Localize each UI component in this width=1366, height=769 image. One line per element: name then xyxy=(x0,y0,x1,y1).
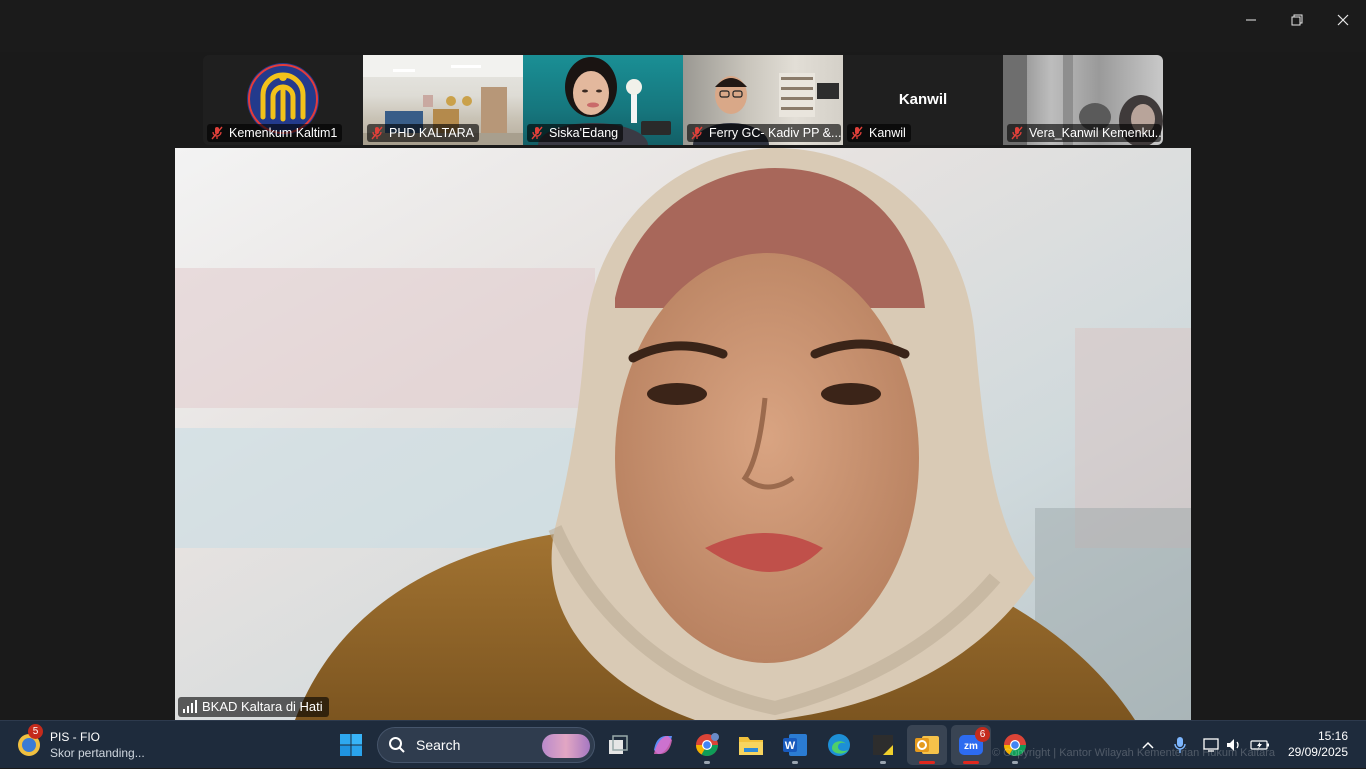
taskbar-app-outlook[interactable] xyxy=(907,725,947,765)
active-indicator xyxy=(963,761,979,764)
mic-muted-icon xyxy=(691,126,703,140)
zoom-badge: 6 xyxy=(975,727,990,742)
taskbar-app-sticky-notes[interactable] xyxy=(863,725,903,765)
meeting-stage: Kemenkum Kaltim1 PHD KALTARA Siska'Edang… xyxy=(0,52,1366,720)
title-bar xyxy=(0,0,1366,52)
copilot-icon xyxy=(654,736,672,754)
sticky-notes-icon xyxy=(873,735,893,755)
clock-date: 29/09/2025 xyxy=(1287,745,1348,759)
participant-strip: Kemenkum Kaltim1 PHD KALTARA Siska'Edang… xyxy=(203,55,1163,145)
active-speaker-name: BKAD Kaltara di Hati xyxy=(178,697,329,717)
svg-text:zm: zm xyxy=(964,741,978,752)
taskbar-app-chrome-profile[interactable] xyxy=(687,725,727,765)
network-icon xyxy=(1203,738,1219,752)
start-button[interactable] xyxy=(331,725,371,765)
running-indicator xyxy=(792,761,798,764)
news-widget[interactable]: 5 PIS - FIO Skor pertanding... xyxy=(16,724,176,763)
task-view-button[interactable] xyxy=(598,725,638,765)
search-placeholder: Search xyxy=(416,737,461,753)
close-icon[interactable] xyxy=(1320,0,1366,40)
participant-display-name: Kanwil xyxy=(898,91,948,108)
word-icon: W xyxy=(783,734,807,756)
participant-tile[interactable]: Kanwil Kanwil xyxy=(843,55,1003,145)
mic-muted-icon xyxy=(531,126,543,140)
taskbar-app-copilot[interactable] xyxy=(643,725,683,765)
search-icon xyxy=(389,737,405,753)
participant-name: Kemenkum Kaltim1 xyxy=(207,124,343,142)
battery-charging-icon xyxy=(1250,740,1269,750)
taskbar-app-edge[interactable] xyxy=(819,725,859,765)
mic-muted-icon xyxy=(1011,126,1023,140)
network-tray[interactable] xyxy=(1200,721,1224,769)
running-indicator xyxy=(704,761,710,764)
mic-muted-icon xyxy=(211,126,223,140)
microphone-icon xyxy=(1174,737,1186,753)
speaker-video-feed xyxy=(175,148,1191,720)
widget-title: PIS - FIO xyxy=(50,730,101,744)
outlook-icon xyxy=(915,736,939,754)
mic-muted-icon xyxy=(371,126,383,140)
participant-tile[interactable]: Siska'Edang xyxy=(523,55,683,145)
edge-icon xyxy=(828,734,850,756)
show-hidden-icons[interactable] xyxy=(1136,721,1160,769)
participant-tile[interactable]: Kemenkum Kaltim1 xyxy=(203,55,363,145)
participant-name: Vera_Kanwil Kemenku... xyxy=(1007,124,1161,142)
mic-muted-icon xyxy=(851,126,863,140)
participant-tile[interactable]: Ferry GC- Kadiv PP &... xyxy=(683,55,843,145)
participant-tile[interactable]: Vera_Kanwil Kemenku... xyxy=(1003,55,1163,145)
participant-name: Kanwil xyxy=(847,124,911,142)
active-speaker-video[interactable]: BKAD Kaltara di Hati xyxy=(175,148,1191,720)
taskbar-search[interactable]: Search xyxy=(377,727,595,763)
taskbar-app-file-explorer[interactable] xyxy=(731,725,771,765)
volume-tray[interactable] xyxy=(1222,721,1246,769)
running-indicator xyxy=(880,761,886,764)
participant-name: Ferry GC- Kadiv PP &... xyxy=(687,124,841,142)
svg-text:W: W xyxy=(785,740,796,752)
battery-tray[interactable] xyxy=(1248,721,1272,769)
participant-name: Siska'Edang xyxy=(527,124,624,142)
search-highlight-image xyxy=(542,734,590,758)
participant-tile[interactable]: PHD KALTARA xyxy=(363,55,523,145)
folder-icon xyxy=(739,737,763,755)
running-indicator xyxy=(1012,761,1018,764)
taskbar-app-word[interactable]: W xyxy=(775,725,815,765)
taskbar-app-zoom[interactable]: zm 6 xyxy=(951,725,991,765)
active-indicator xyxy=(919,761,935,764)
widget-subtitle: Skor pertanding... xyxy=(50,746,145,760)
microphone-tray[interactable] xyxy=(1168,721,1192,769)
volume-icon xyxy=(1227,739,1239,751)
restore-icon[interactable] xyxy=(1274,0,1320,40)
task-view-icon xyxy=(609,735,628,754)
widget-badge: 5 xyxy=(28,724,43,739)
chrome-icon xyxy=(696,733,719,756)
signal-strength-icon xyxy=(183,700,197,713)
windows-icon xyxy=(340,734,362,756)
taskbar-app-chrome[interactable] xyxy=(995,725,1035,765)
widget-icon: 5 xyxy=(16,724,43,758)
chevron-up-icon xyxy=(1142,741,1154,749)
clock-time: 15:16 xyxy=(1317,729,1348,743)
minimize-icon[interactable] xyxy=(1228,0,1274,40)
system-clock[interactable]: 15:16 29/09/2025 xyxy=(1288,728,1348,760)
participant-name: PHD KALTARA xyxy=(367,124,479,142)
windows-taskbar: 5 PIS - FIO Skor pertanding... Search W xyxy=(0,720,1366,768)
